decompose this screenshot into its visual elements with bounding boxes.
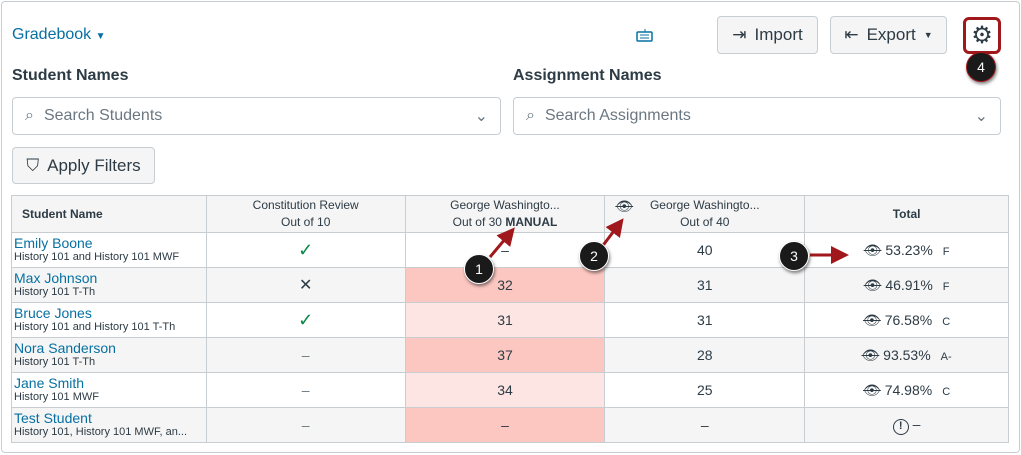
callout-2: 2 [579, 241, 609, 271]
callout-arrow-1 [488, 227, 515, 258]
callout-arrows [488, 218, 849, 264]
callout-4: 4 [966, 52, 996, 82]
callout-3: 3 [779, 241, 809, 271]
callout-1: 1 [464, 254, 494, 284]
